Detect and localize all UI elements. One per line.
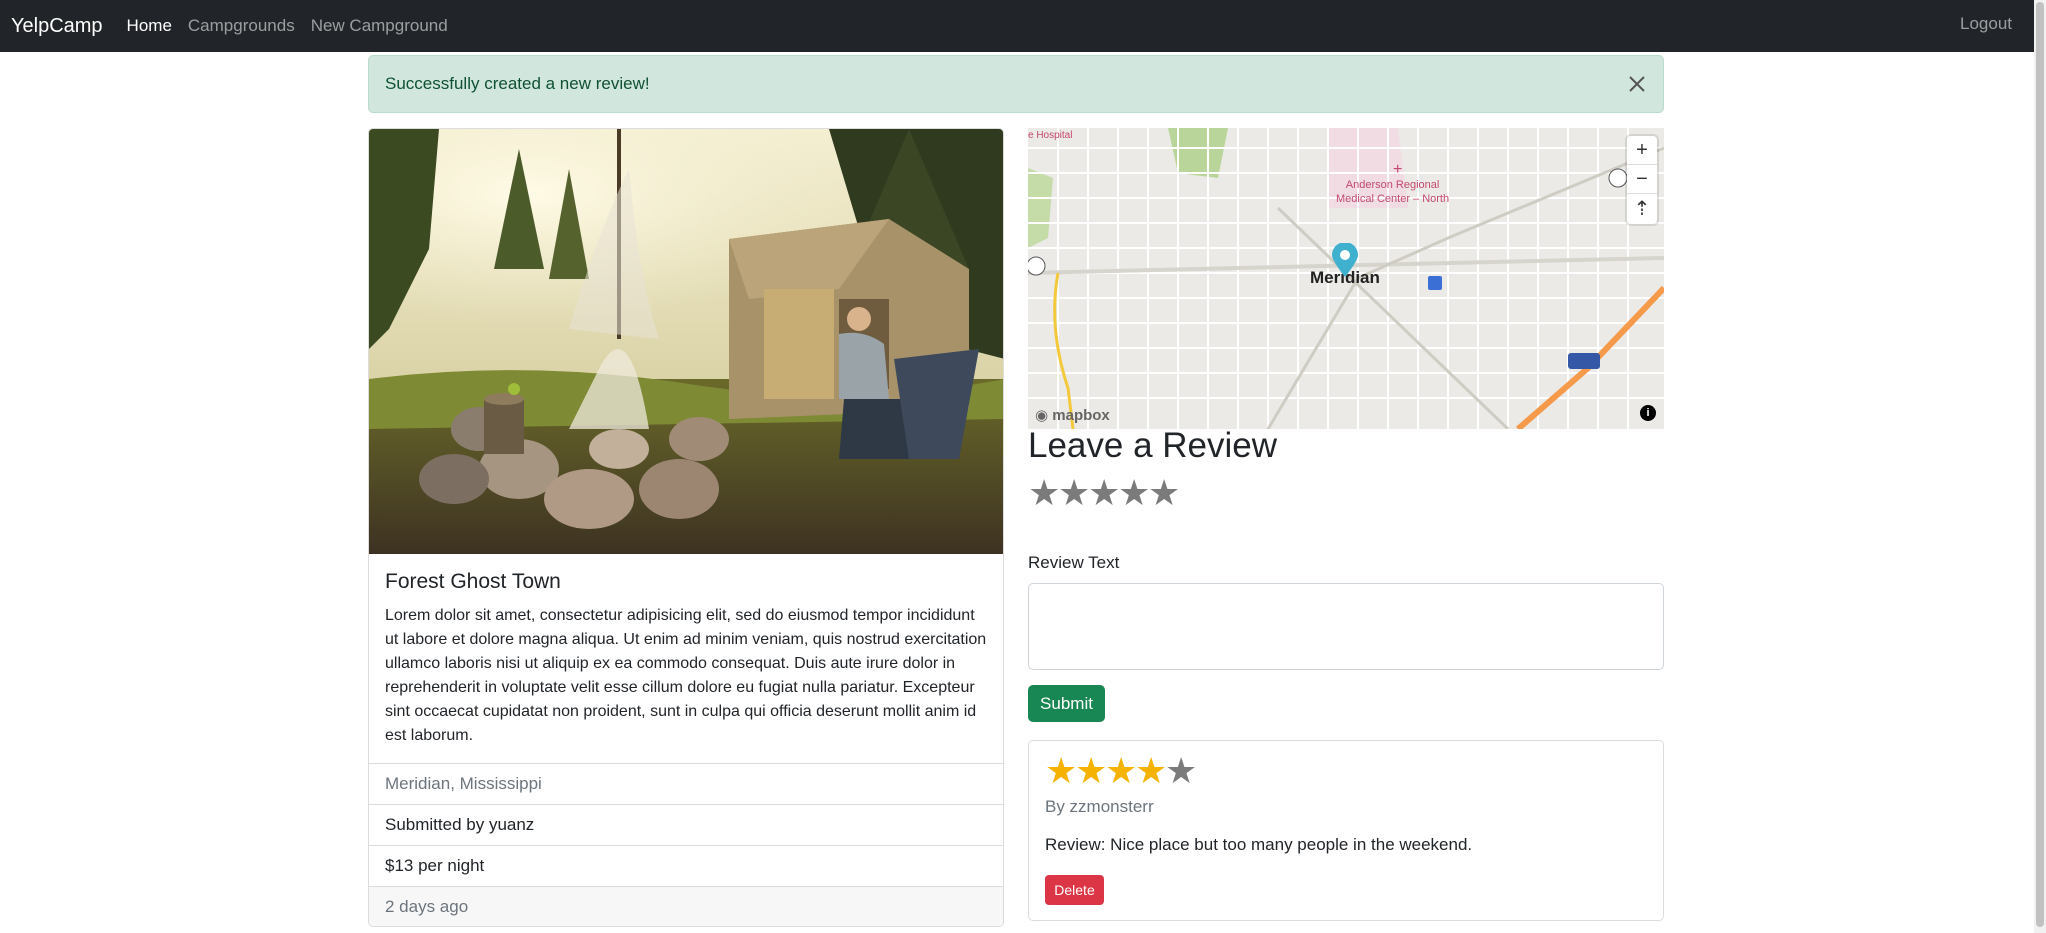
star-filled-icon: ★	[1135, 750, 1168, 791]
zoom-out-icon[interactable]: −	[1627, 165, 1657, 194]
mapbox-logo[interactable]: ◉ mapbox	[1035, 406, 1110, 424]
alert-message: Successfully created a new review!	[385, 74, 650, 93]
logout-link[interactable]: Logout	[1960, 14, 2012, 34]
review-textarea[interactable]	[1028, 583, 1664, 670]
compass-icon[interactable]: ⇡	[1627, 194, 1657, 223]
campground-description: Lorem dolor sit amet, consectetur adipis…	[385, 607, 987, 744]
campground-location: Meridian, Mississippi	[369, 763, 1003, 804]
campground-posted-date: 2 days ago	[369, 886, 1003, 926]
scrollbar-thumb[interactable]	[2036, 2, 2044, 927]
campground-author: Submitted by yuanz	[369, 804, 1003, 845]
campground-card: Forest Ghost Town Lorem dolor sit amet, …	[368, 128, 1004, 927]
review-rating: ★ ★ ★ ★ ★	[1045, 750, 1198, 791]
leave-review-heading: Leave a Review	[1028, 426, 1278, 465]
star-empty-icon: ★	[1165, 750, 1198, 791]
campground-photo	[369, 129, 1003, 554]
zoom-in-icon[interactable]: +	[1627, 136, 1657, 165]
review-card: ★ ★ ★ ★ ★ By zzmonsterr Review: Nice pla…	[1028, 740, 1664, 921]
campground-title: Forest Ghost Town	[385, 570, 561, 593]
delete-button[interactable]: Delete	[1045, 875, 1104, 905]
star-2-icon[interactable]: ★	[1058, 475, 1090, 511]
map-navigation-controls: + − ⇡	[1627, 136, 1657, 224]
hospital-label: Anderson Regional Medical Center – North	[1336, 179, 1450, 205]
map-marker-icon[interactable]	[1332, 242, 1358, 277]
success-alert: Successfully created a new review!	[368, 55, 1664, 113]
top-navbar: YelpCamp Home Campgrounds New Campground…	[0, 0, 2034, 52]
star-1-icon[interactable]: ★	[1028, 475, 1060, 511]
star-filled-icon: ★	[1075, 750, 1108, 791]
campground-map[interactable]: + e Hospital Anderson Regional Medical C…	[1028, 128, 1664, 429]
rating-input[interactable]: ★ ★ ★ ★ ★	[1028, 475, 1180, 511]
brand-logo[interactable]: YelpCamp	[11, 15, 103, 38]
page-scrollbar[interactable]	[2034, 0, 2046, 933]
card-body: Forest Ghost Town Lorem dolor sit amet, …	[385, 570, 989, 748]
star-4-icon[interactable]: ★	[1118, 475, 1150, 511]
submit-button[interactable]: Submit	[1028, 685, 1105, 722]
star-5-icon[interactable]: ★	[1148, 475, 1180, 511]
svg-text:e Hospital: e Hospital	[1028, 130, 1072, 141]
info-icon[interactable]: i	[1640, 405, 1656, 421]
svg-text:+: +	[1393, 161, 1402, 178]
star-filled-icon: ★	[1105, 750, 1138, 791]
campground-details-list: Meridian, Mississippi Submitted by yuanz…	[369, 763, 1003, 926]
close-icon[interactable]	[1625, 72, 1649, 96]
star-filled-icon: ★	[1045, 750, 1078, 791]
star-3-icon[interactable]: ★	[1088, 475, 1120, 511]
review-body: Review: Nice place but too many people i…	[1045, 835, 1473, 854]
review-author: By zzmonsterr	[1045, 797, 1154, 816]
review-text-label: Review Text	[1028, 553, 1120, 572]
nav-home[interactable]: Home	[127, 16, 172, 36]
nav-new-campground[interactable]: New Campground	[311, 16, 448, 36]
nav-campgrounds[interactable]: Campgrounds	[188, 16, 295, 36]
campground-price: $13 per night	[369, 845, 1003, 886]
